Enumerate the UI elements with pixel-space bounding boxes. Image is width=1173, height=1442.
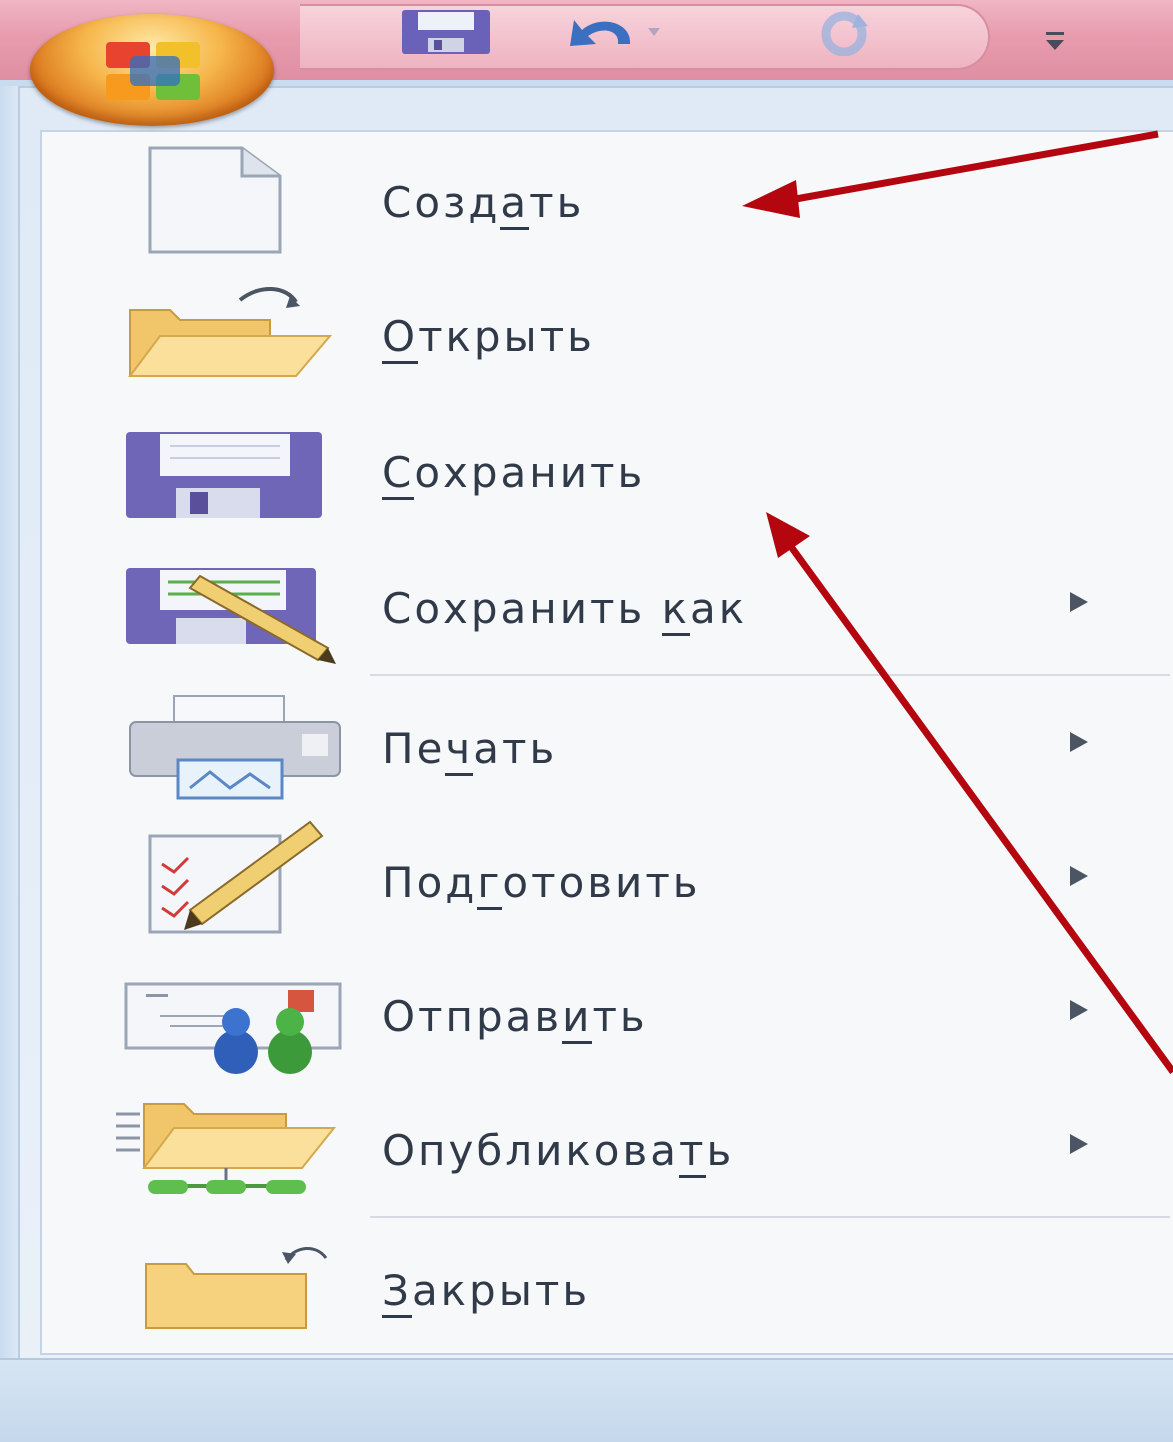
menu-item-label: Сохранить — [382, 448, 645, 500]
submenu-arrow-icon — [1070, 592, 1088, 612]
menu-item-print[interactable]: Печать — [60, 686, 1160, 806]
menu-separator — [370, 674, 1170, 676]
menu-item-save-as[interactable]: Сохранить как — [60, 546, 1160, 666]
publish-icon — [90, 1094, 337, 1202]
save-as-icon — [90, 552, 336, 664]
menu-item-label: Закрыть — [382, 1266, 590, 1318]
office-button[interactable] — [30, 14, 274, 126]
menu-item-save[interactable]: Сохранить — [60, 410, 1160, 530]
save-icon[interactable] — [398, 8, 494, 56]
menu-item-publish[interactable]: Опубликовать — [60, 1088, 1160, 1208]
submenu-arrow-icon — [1070, 1000, 1088, 1020]
open-folder-icon — [90, 280, 333, 388]
redo-icon[interactable] — [800, 8, 890, 56]
menu-item-label: Создать — [382, 178, 584, 230]
undo-icon[interactable] — [560, 8, 670, 56]
save-icon — [90, 416, 322, 524]
submenu-arrow-icon — [1070, 866, 1088, 886]
submenu-arrow-icon — [1070, 732, 1088, 752]
menu-bottom-bar — [0, 1358, 1173, 1442]
send-icon — [90, 960, 342, 1074]
menu-item-send[interactable]: Отправить — [60, 954, 1160, 1074]
menu-item-close[interactable]: Закрыть — [60, 1228, 1160, 1348]
menu-item-label: Печать — [382, 724, 557, 776]
window-left-border — [0, 86, 18, 1358]
print-icon — [90, 692, 341, 800]
menu-item-label: Сохранить как — [382, 584, 747, 636]
office-logo-icon — [106, 42, 200, 100]
menu-item-open[interactable]: Открыть — [60, 274, 1160, 394]
customize-dropdown-icon[interactable] — [1040, 26, 1070, 56]
menu-item-label: Открыть — [382, 312, 595, 364]
prepare-icon — [90, 820, 324, 934]
menu-separator — [370, 1216, 1170, 1218]
close-folder-icon — [90, 1234, 328, 1342]
menu-item-label: Опубликовать — [382, 1126, 734, 1178]
new-document-icon — [90, 146, 320, 254]
submenu-arrow-icon — [1070, 1134, 1088, 1154]
menu-item-label: Отправить — [382, 992, 648, 1044]
menu-item-label: Подготовить — [382, 858, 701, 910]
menu-item-create[interactable]: Создать — [60, 140, 1160, 260]
menu-item-prepare[interactable]: Подготовить — [60, 820, 1160, 940]
